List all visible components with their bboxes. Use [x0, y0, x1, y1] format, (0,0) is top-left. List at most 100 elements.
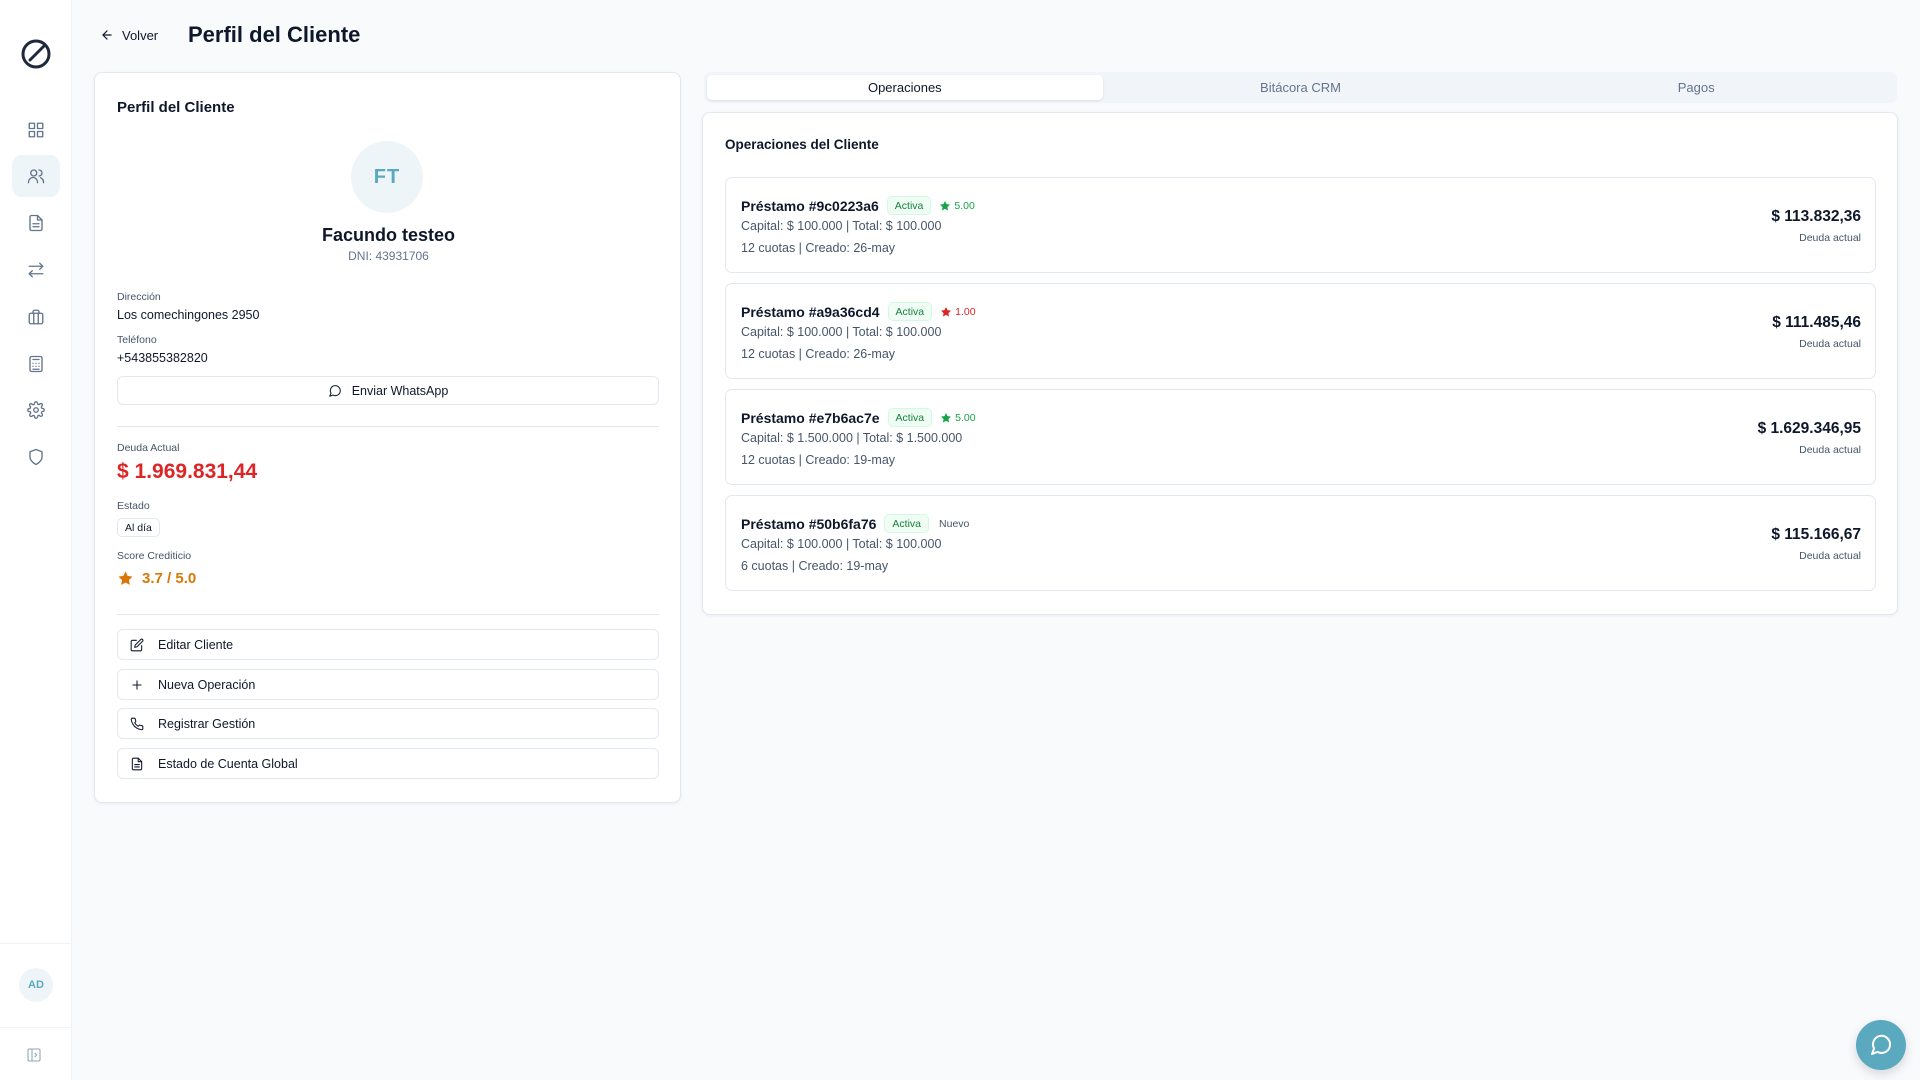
- file-text-icon: [131, 757, 143, 770]
- state-label: Estado: [117, 500, 150, 512]
- profile-card-title: Perfil del Cliente: [117, 99, 235, 116]
- nav-clients[interactable]: [12, 155, 60, 197]
- operation-item[interactable]: Préstamo #9c0223a6 Activa 5.00 Capital: …: [725, 177, 1876, 273]
- star-icon: [118, 571, 133, 585]
- nav-documents[interactable]: [12, 202, 60, 244]
- client-avatar: FT: [351, 141, 423, 213]
- send-whatsapp-button[interactable]: Enviar WhatsApp: [117, 376, 659, 405]
- document-icon: [29, 214, 43, 232]
- operation-installments: 6 cuotas | Creado: 19-may: [741, 559, 889, 573]
- nav-transfers[interactable]: [12, 249, 60, 291]
- rating-value: 1.00: [955, 305, 976, 318]
- operation-item[interactable]: Préstamo #50b6fa76 Activa Nuevo Capital:…: [725, 495, 1876, 591]
- star-icon: [941, 306, 952, 316]
- status-badge: Activa: [884, 514, 930, 533]
- operation-amount: $ 115.166,67: [1771, 526, 1861, 543]
- sidebar-toggle-icon: [27, 1048, 41, 1062]
- operation-rating: 5.00: [940, 411, 976, 424]
- global-statement-button[interactable]: Estado de Cuenta Global: [117, 748, 659, 779]
- sidebar-divider: [0, 943, 72, 944]
- operation-item[interactable]: Préstamo #a9a36cd4 Activa 1.00 Capital: …: [725, 283, 1876, 379]
- operation-installments: 12 cuotas | Creado: 26-may: [741, 241, 896, 255]
- edit-client-label: Editar Cliente: [158, 637, 234, 652]
- status-badge: Activa: [886, 196, 932, 215]
- users-icon: [27, 169, 45, 184]
- new-operation-button[interactable]: Nueva Operación: [117, 669, 659, 700]
- page-title: Perfil del Cliente: [188, 22, 361, 47]
- operation-item[interactable]: Préstamo #e7b6ac7e Activa 5.00 Capital: …: [725, 389, 1876, 485]
- debt-amount: $ 1.969.831,44: [117, 460, 258, 483]
- briefcase-icon: [28, 309, 44, 325]
- operation-amount-label: Deuda actual: [1799, 444, 1861, 456]
- operation-installments: 12 cuotas | Creado: 26-may: [741, 347, 896, 361]
- operation-name: Préstamo #50b6fa76: [741, 515, 877, 532]
- operation-amount-label: Deuda actual: [1799, 232, 1861, 244]
- phone-label: Teléfono: [117, 334, 157, 346]
- message-circle-icon: [328, 384, 341, 397]
- operation-name: Préstamo #9c0223a6: [741, 197, 879, 214]
- operation-amount: $ 1.629.346,95: [1757, 420, 1861, 437]
- phone-icon: [130, 717, 144, 730]
- status-badge: Activa: [887, 302, 933, 321]
- back-button[interactable]: Volver: [100, 22, 158, 48]
- operations-title: Operaciones del Cliente: [725, 137, 879, 152]
- sidebar-divider: [0, 1027, 72, 1028]
- whatsapp-label: Enviar WhatsApp: [351, 383, 449, 398]
- plus-icon: [132, 679, 142, 690]
- nav-portfolio[interactable]: [12, 296, 60, 338]
- chat-icon: [1871, 1034, 1892, 1055]
- user-avatar[interactable]: AD: [19, 968, 53, 1002]
- tab-payments[interactable]: Pagos: [1498, 75, 1894, 100]
- operation-rating: 1.00: [940, 305, 976, 318]
- tabs: Operaciones Bitácora CRM Pagos: [704, 72, 1897, 103]
- operations-card: Operaciones del Cliente Préstamo #9c0223…: [702, 112, 1898, 615]
- operation-capital: Capital: $ 1.500.000 | Total: $ 1.500.00…: [741, 431, 963, 445]
- credit-score: 3.7 / 5.0: [117, 570, 196, 587]
- operation-capital: Capital: $ 100.000 | Total: $ 100.000: [741, 537, 942, 551]
- score-label: Score Crediticio: [117, 550, 192, 562]
- logo-icon[interactable]: [20, 38, 52, 70]
- operation-rating: 5.00: [939, 199, 975, 212]
- nav-dashboard[interactable]: [12, 109, 60, 151]
- new-tag: Nuevo: [939, 517, 970, 530]
- operation-name: Préstamo #e7b6ac7e: [741, 409, 880, 426]
- status-badge: Activa: [887, 408, 933, 427]
- register-management-label: Registrar Gestión: [158, 716, 256, 731]
- transfer-icon: [28, 262, 44, 278]
- register-management-button[interactable]: Registrar Gestión: [117, 708, 659, 739]
- gear-icon: [27, 401, 45, 419]
- collapse-sidebar-button[interactable]: [26, 1047, 44, 1065]
- arrow-left-icon: [102, 30, 112, 40]
- calculator-icon: [29, 355, 43, 373]
- rating-value: 5.00: [954, 199, 975, 212]
- rating-value: 5.00: [955, 411, 976, 424]
- client-dni: DNI: 43931706: [348, 249, 429, 263]
- address-value: Los comechingones 2950: [117, 308, 260, 322]
- sidebar: AD: [0, 0, 72, 1080]
- debt-label: Deuda Actual: [117, 442, 180, 454]
- divider: [117, 426, 659, 427]
- nav-settings[interactable]: [12, 389, 60, 431]
- client-name: Facundo testeo: [321, 225, 455, 245]
- edit-icon: [130, 638, 144, 651]
- operation-amount: $ 111.485,46: [1772, 314, 1861, 331]
- operation-capital: Capital: $ 100.000 | Total: $ 100.000: [741, 219, 942, 233]
- operation-amount-label: Deuda actual: [1799, 338, 1861, 350]
- star-icon: [940, 200, 951, 210]
- nav-calculator[interactable]: [12, 343, 60, 385]
- dashboard-icon: [28, 122, 44, 138]
- tab-operations[interactable]: Operaciones: [707, 75, 1103, 100]
- tab-crm-log[interactable]: Bitácora CRM: [1103, 75, 1499, 100]
- back-label: Volver: [122, 27, 159, 43]
- edit-client-button[interactable]: Editar Cliente: [117, 629, 659, 660]
- operation-installments: 12 cuotas | Creado: 19-may: [741, 453, 896, 467]
- new-operation-label: Nueva Operación: [158, 677, 256, 692]
- global-statement-label: Estado de Cuenta Global: [158, 756, 298, 771]
- operation-capital: Capital: $ 100.000 | Total: $ 100.000: [741, 325, 942, 339]
- operation-amount-label: Deuda actual: [1799, 550, 1861, 562]
- nav-security[interactable]: [12, 436, 60, 478]
- shield-icon: [29, 448, 43, 466]
- client-profile-card: Perfil del Cliente FT Facundo testeo DNI…: [94, 72, 681, 803]
- chat-button[interactable]: [1856, 1020, 1906, 1070]
- phone-value: +543855382820: [117, 351, 208, 365]
